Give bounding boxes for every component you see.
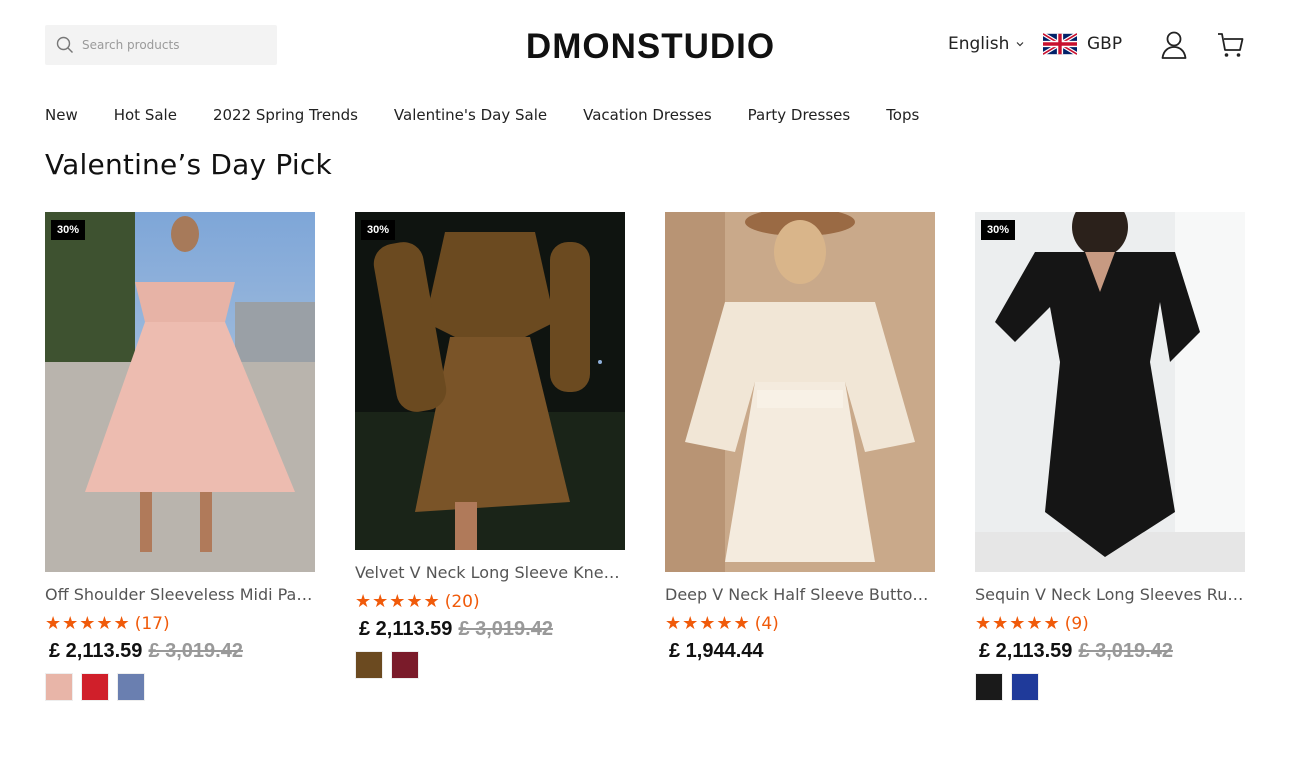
review-count[interactable]: (17) [135,614,170,634]
swatch-red[interactable] [81,673,109,701]
original-price: £ 3,019.42 [148,640,243,662]
main-nav: New Hot Sale 2022 Spring Trends Valentin… [45,106,919,124]
rating-stars: ★★★★★ [45,613,131,634]
nav-item-party-dresses[interactable]: Party Dresses [748,106,851,124]
swatch-black[interactable] [975,673,1003,701]
swatch-blue[interactable] [117,673,145,701]
swatch-brown[interactable] [355,651,383,679]
sale-price: £ 1,944.44 [669,640,764,662]
discount-badge: 30% [981,220,1016,240]
language-selector[interactable]: English [948,34,1025,54]
color-swatches [355,651,625,679]
product-prices: £ 2,113.59 £ 3,019.42 [975,640,1245,663]
product-prices: £ 2,113.59 £ 3,019.42 [45,640,315,663]
cart-icon [1218,33,1244,57]
original-price: £ 3,019.42 [458,618,553,640]
product-card[interactable]: 30% Velvet V Neck Long Sleeve Knee Lengt… [355,212,625,679]
product-rating: ★★★★★ (4) [665,613,935,634]
product-rating: ★★★★★ (20) [355,591,625,612]
product-card[interactable]: 30% Off Shoulder Sleeveless Midi Party D… [45,212,315,701]
sale-price: £ 2,113.59 [359,618,453,640]
nav-item-spring-trends[interactable]: 2022 Spring Trends [213,106,358,124]
site-header: DMONSTUDIO English GBP [0,0,1301,90]
discount-badge: 30% [51,220,86,240]
product-title[interactable]: Deep V Neck Half Sleeve Button Lace Dres… [665,585,935,604]
sale-price: £ 2,113.59 [979,640,1073,662]
discount-badge: 30% [361,220,396,240]
product-rating: ★★★★★ (17) [45,613,315,634]
uk-flag-icon [1043,33,1077,55]
nav-item-vacation-dresses[interactable]: Vacation Dresses [583,106,712,124]
swatch-blue[interactable] [1011,673,1039,701]
currency-label: GBP [1087,34,1123,54]
swatch-burgundy[interactable] [391,651,419,679]
product-image[interactable]: 30% [975,212,1245,572]
swatch-pink[interactable] [45,673,73,701]
original-price: £ 3,019.42 [1078,640,1173,662]
product-prices: £ 2,113.59 £ 3,019.42 [355,618,625,641]
color-swatches [45,673,315,701]
product-card[interactable]: 30% Sequin V Neck Long Sleeves Ruched Dr… [975,212,1245,701]
nav-item-tops[interactable]: Tops [886,106,919,124]
nav-item-new[interactable]: New [45,106,78,124]
currency-selector[interactable]: GBP [1043,33,1122,55]
review-count[interactable]: (9) [1065,614,1089,634]
product-title[interactable]: Sequin V Neck Long Sleeves Ruched Dress [975,585,1245,604]
language-label: English [948,34,1010,54]
nav-item-valentines-sale[interactable]: Valentine's Day Sale [394,106,547,124]
chevron-down-icon [1016,42,1024,47]
product-image[interactable]: 30% [355,212,625,550]
color-swatches [975,673,1245,701]
review-count[interactable]: (4) [755,614,779,634]
product-image[interactable] [665,212,935,572]
rating-stars: ★★★★★ [665,613,751,634]
account-button[interactable] [1160,30,1188,64]
product-title[interactable]: Off Shoulder Sleeveless Midi Party Dress [45,585,315,604]
review-count[interactable]: (20) [445,592,480,612]
rating-stars: ★★★★★ [975,613,1061,634]
nav-item-hot-sale[interactable]: Hot Sale [114,106,177,124]
section-title: Valentine’s Day Pick [45,148,332,181]
sale-price: £ 2,113.59 [49,640,143,662]
product-image[interactable]: 30% [45,212,315,572]
product-card[interactable]: Deep V Neck Half Sleeve Button Lace Dres… [665,212,935,663]
product-title[interactable]: Velvet V Neck Long Sleeve Knee Length Dr… [355,563,625,582]
rating-stars: ★★★★★ [355,591,441,612]
cart-button[interactable] [1216,30,1246,64]
user-icon [1161,31,1187,59]
product-rating: ★★★★★ (9) [975,613,1245,634]
product-prices: £ 1,944.44 [665,640,935,663]
